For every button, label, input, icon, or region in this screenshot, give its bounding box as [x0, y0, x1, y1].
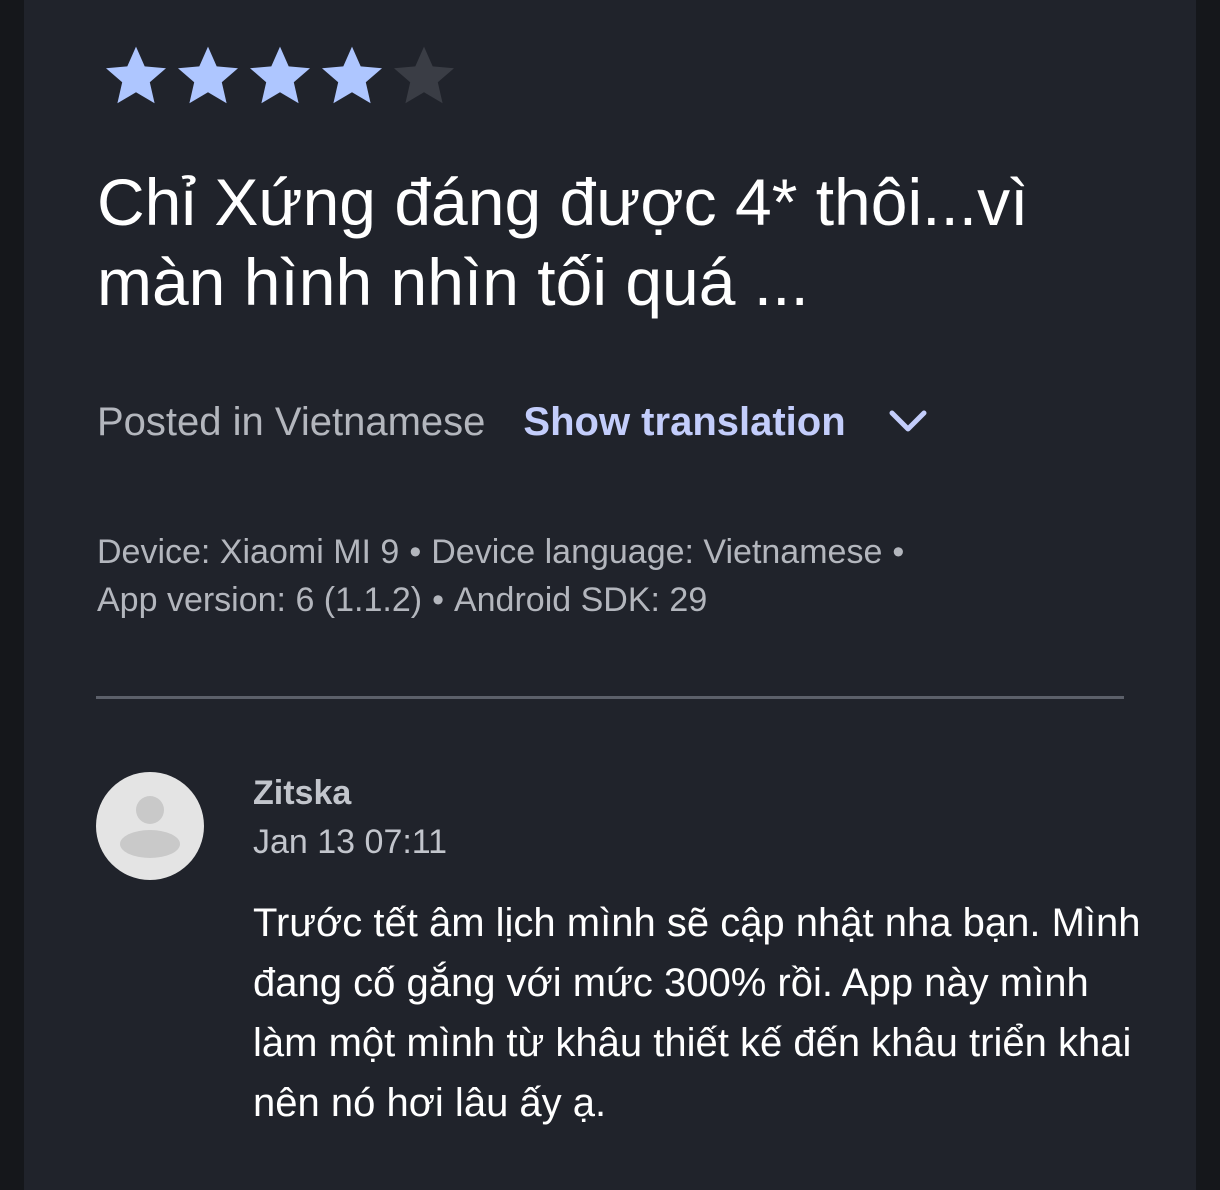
star-icon	[322, 46, 382, 104]
meta-separator: •	[409, 533, 422, 571]
device-model: Device: Xiaomi MI 9	[97, 533, 400, 571]
avatar	[96, 772, 204, 880]
star-icon	[178, 46, 238, 104]
chevron-down-icon[interactable]	[888, 407, 928, 437]
meta-separator: •	[432, 581, 444, 619]
app-version: App version: 6 (1.1.2)	[97, 581, 423, 619]
android-sdk: Android SDK: 29	[453, 581, 708, 619]
star-rating	[100, 40, 460, 112]
star-empty-icon	[394, 46, 454, 104]
posted-language-label: Posted in Vietnamese	[97, 399, 486, 444]
star-icon	[250, 46, 310, 104]
avatar-placeholder-icon	[120, 796, 180, 858]
star-icon	[106, 46, 166, 104]
show-translation-button[interactable]: Show translation	[523, 400, 845, 445]
translation-row: Posted in Vietnamese Show translation	[97, 396, 928, 448]
device-metadata-line2: App version: 6 (1.1.2) • Android SDK: 29	[97, 576, 1157, 624]
divider	[96, 696, 1124, 699]
device-metadata: Device: Xiaomi MI 9 • Device language: Vie…	[97, 528, 1157, 624]
device-metadata-line1: Device: Xiaomi MI 9 • Device language: Vie…	[97, 528, 1157, 576]
device-language: Device language: Vietnamese	[431, 533, 883, 571]
review-title: Chỉ Xứng đáng được 4* thôi...vì màn hình…	[97, 165, 1029, 319]
reply-author: Zitska	[253, 774, 352, 812]
meta-separator: •	[892, 533, 905, 571]
reply-text: Trước tết âm lịch mình sẽ cập nhật nha b…	[253, 901, 1141, 1125]
reply-timestamp: Jan 13 07:11	[253, 823, 448, 861]
review-card: Chỉ Xứng đáng được 4* thôi...vì màn hình…	[24, 0, 1196, 1190]
